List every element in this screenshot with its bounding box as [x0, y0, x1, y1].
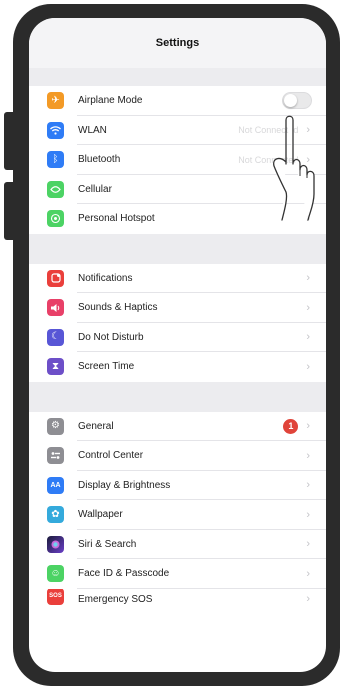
page-title: Settings — [155, 37, 200, 49]
hotspot-icon — [47, 210, 64, 228]
chevron-right-icon: › — [306, 592, 310, 605]
row-label: Wallpaper — [78, 509, 123, 521]
row-personal-hotspot[interactable]: Personal Hotspot › — [29, 204, 326, 234]
row-do-not-disturb[interactable]: ☾ Do Not Disturb › — [29, 323, 326, 352]
control-center-icon — [47, 447, 64, 465]
siri-icon — [47, 535, 64, 553]
row-general[interactable]: ⚙ General 1 › — [29, 412, 326, 441]
row-label: Control Center — [78, 450, 144, 462]
row-label: Notifications — [78, 272, 133, 284]
row-notifications[interactable]: Notifications › — [29, 264, 326, 293]
section-spacer — [29, 381, 326, 412]
row-label: Bluetooth — [78, 154, 121, 166]
bluetooth-icon: ᛒ — [47, 151, 64, 169]
gear-icon: ⚙ — [47, 417, 64, 435]
row-display-brightness[interactable]: AA Display & Brightness › — [29, 471, 326, 500]
chevron-right-icon: › — [306, 331, 310, 344]
row-airplane-mode[interactable]: ✈ Airplane Mode — [29, 86, 326, 116]
chevron-right-icon: › — [306, 479, 310, 492]
chevron-right-icon: › — [306, 538, 310, 551]
sos-icon: SOS — [47, 588, 64, 605]
airplane-mode-toggle[interactable] — [282, 92, 312, 110]
row-sounds-haptics[interactable]: Sounds & Haptics › — [29, 293, 326, 323]
hourglass-icon: ⧗ — [47, 358, 64, 376]
chevron-right-icon: › — [306, 360, 310, 373]
airplane-icon: ✈ — [47, 92, 64, 110]
moon-icon: ☾ — [47, 328, 64, 346]
row-wallpaper[interactable]: ✿ Wallpaper › — [29, 500, 326, 530]
chevron-right-icon: › — [306, 212, 310, 225]
section-spacer — [29, 68, 326, 86]
settings-screen: Settings ✈ Airplane Mode WLAN Not Connec… — [29, 18, 326, 672]
face-id-icon: ☺ — [47, 565, 64, 583]
notification-badge: 1 — [283, 418, 299, 434]
row-label: Personal Hotspot — [78, 213, 155, 225]
wallpaper-icon: ✿ — [47, 506, 64, 524]
row-label: Sounds & Haptics — [78, 302, 158, 314]
chevron-right-icon: › — [306, 272, 310, 285]
chevron-right-icon: › — [306, 153, 310, 166]
row-emergency-sos[interactable]: SOS Emergency SOS › — [29, 588, 326, 605]
row-label: Siri & Search — [78, 538, 137, 550]
nav-bar: Settings — [29, 18, 326, 68]
row-control-center[interactable]: Control Center › — [29, 441, 326, 471]
toggle-knob — [284, 94, 297, 108]
chevron-right-icon: › — [306, 567, 310, 580]
row-label: General — [78, 420, 114, 432]
phone-mockup: Settings ✈ Airplane Mode WLAN Not Connec… — [0, 0, 345, 692]
chevron-right-icon: › — [306, 420, 310, 433]
row-siri-search[interactable]: Siri & Search › — [29, 530, 326, 559]
row-label: Do Not Disturb — [78, 331, 144, 343]
chevron-right-icon: › — [306, 449, 310, 462]
settings-group-general: ⚙ General 1 › Control Center › AA Displa… — [29, 411, 326, 605]
row-screen-time[interactable]: ⧗ Screen Time › — [29, 352, 326, 382]
wifi-icon — [47, 121, 64, 139]
row-wlan[interactable]: WLAN Not Connected › — [29, 116, 326, 145]
row-cellular[interactable]: Cellular › — [29, 175, 326, 204]
row-label: Airplane Mode — [78, 95, 143, 107]
bluetooth-status: Not Connected — [238, 154, 299, 165]
settings-group-connectivity: ✈ Airplane Mode WLAN Not Connected › ᛒ B… — [29, 86, 326, 234]
chevron-right-icon: › — [306, 301, 310, 314]
sound-icon — [47, 299, 64, 317]
chevron-right-icon: › — [306, 124, 310, 137]
row-label: Emergency SOS — [78, 593, 153, 605]
wlan-status: Not Connected — [238, 125, 299, 136]
display-icon: AA — [47, 476, 64, 494]
settings-group-notifications: Notifications › Sounds & Haptics › ☾ Do … — [29, 263, 326, 382]
row-face-id-passcode[interactable]: ☺ Face ID & Passcode › — [29, 559, 326, 589]
row-label: Face ID & Passcode — [78, 568, 170, 580]
row-label: Screen Time — [78, 361, 135, 373]
row-label: Cellular — [78, 183, 112, 195]
chevron-right-icon: › — [306, 183, 310, 196]
section-spacer — [29, 233, 326, 264]
notifications-icon — [47, 269, 64, 287]
chevron-right-icon: › — [306, 508, 310, 521]
cellular-icon — [47, 180, 64, 198]
row-label: Display & Brightness — [78, 479, 171, 491]
row-label: WLAN — [78, 124, 107, 136]
row-bluetooth[interactable]: ᛒ Bluetooth Not Connected › — [29, 145, 326, 175]
